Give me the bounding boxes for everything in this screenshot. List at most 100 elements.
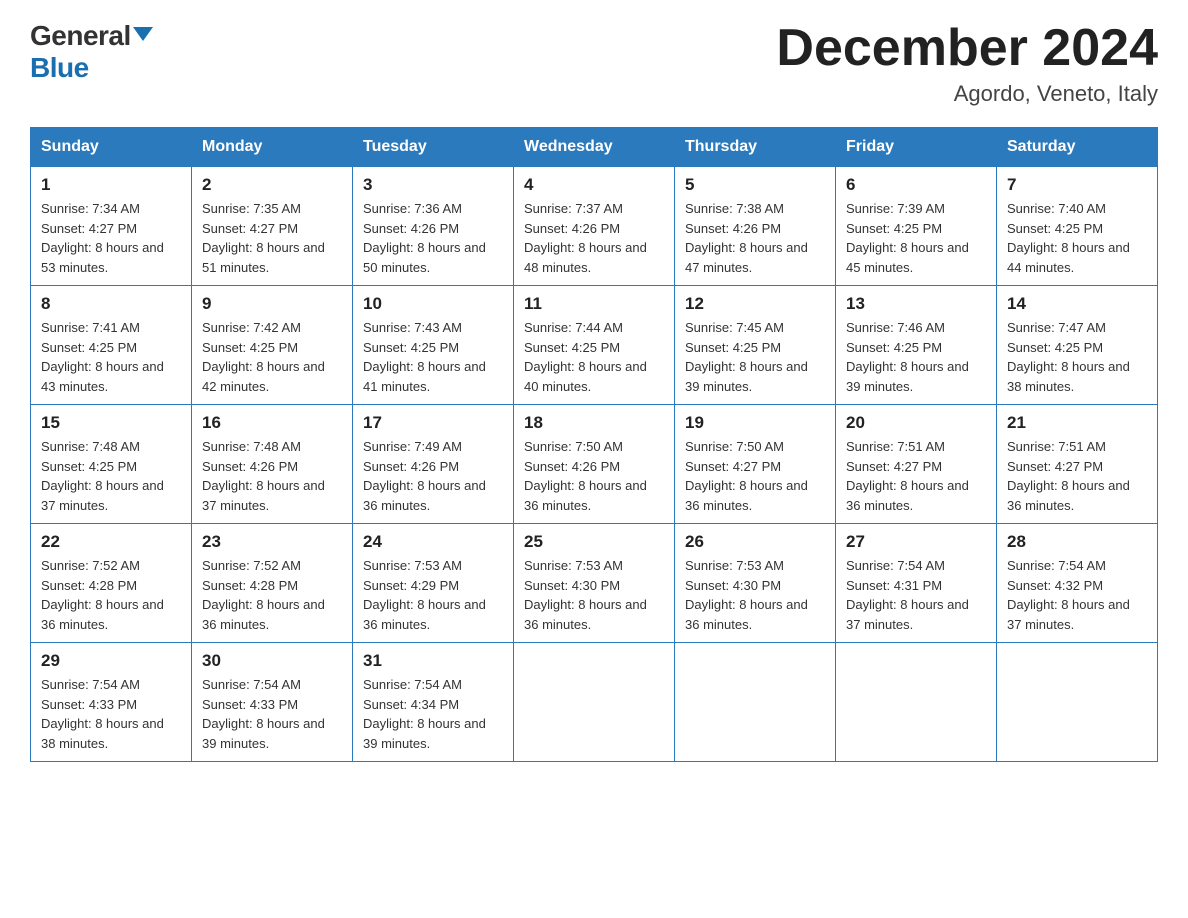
calendar-cell: 21Sunrise: 7:51 AMSunset: 4:27 PMDayligh… bbox=[997, 405, 1158, 524]
day-number: 10 bbox=[363, 294, 503, 314]
calendar-cell: 24 Sunrise: 7:53 AMSunset: 4:29 PMDayligh… bbox=[353, 524, 514, 643]
day-info: Sunrise: 7:50 AMSunset: 4:27 PMDaylight:… bbox=[685, 437, 825, 515]
day-info: Sunrise: 7:50 AMSunset: 4:26 PMDaylight:… bbox=[524, 437, 664, 515]
day-info: Sunrise: 7:54 AMSunset: 4:34 PMDaylight:… bbox=[363, 675, 503, 753]
month-title: December 2024 bbox=[776, 20, 1158, 77]
day-info: Sunrise: 7:53 AMSunset: 4:30 PMDaylight:… bbox=[685, 556, 825, 634]
day-number: 1 bbox=[41, 175, 181, 195]
day-info: Sunrise: 7:51 AMSunset: 4:27 PMDaylight:… bbox=[846, 437, 986, 515]
location-text: Agordo, Veneto, Italy bbox=[776, 81, 1158, 107]
day-number: 7 bbox=[1007, 175, 1147, 195]
day-number: 11 bbox=[524, 294, 664, 314]
calendar-cell bbox=[997, 643, 1158, 762]
day-info: Sunrise: 7:43 AMSunset: 4:25 PMDaylight:… bbox=[363, 318, 503, 396]
day-info: Sunrise: 7:39 AMSunset: 4:25 PMDaylight:… bbox=[846, 199, 986, 277]
calendar-table: SundayMondayTuesdayWednesdayThursdayFrid… bbox=[30, 127, 1158, 762]
calendar-week-4: 22 Sunrise: 7:52 AMSunset: 4:28 PMDayligh… bbox=[31, 524, 1158, 643]
calendar-cell bbox=[836, 643, 997, 762]
calendar-cell: 7 Sunrise: 7:40 AMSunset: 4:25 PMDaylight… bbox=[997, 167, 1158, 286]
header-day-monday: Monday bbox=[192, 128, 353, 167]
header-day-saturday: Saturday bbox=[997, 128, 1158, 167]
logo-blue-text: Blue bbox=[30, 52, 89, 83]
header-day-tuesday: Tuesday bbox=[353, 128, 514, 167]
calendar-cell: 4Sunrise: 7:37 AMSunset: 4:26 PMDaylight… bbox=[514, 167, 675, 286]
header-day-sunday: Sunday bbox=[31, 128, 192, 167]
calendar-cell: 31 Sunrise: 7:54 AMSunset: 4:34 PMDayligh… bbox=[353, 643, 514, 762]
day-number: 27 bbox=[846, 532, 986, 552]
day-number: 23 bbox=[202, 532, 342, 552]
day-number: 14 bbox=[1007, 294, 1147, 314]
header-row: SundayMondayTuesdayWednesdayThursdayFrid… bbox=[31, 128, 1158, 167]
day-number: 22 bbox=[41, 532, 181, 552]
calendar-cell bbox=[675, 643, 836, 762]
day-info: Sunrise: 7:46 AMSunset: 4:25 PMDaylight:… bbox=[846, 318, 986, 396]
calendar-cell: 23 Sunrise: 7:52 AMSunset: 4:28 PMDayligh… bbox=[192, 524, 353, 643]
calendar-cell: 26Sunrise: 7:53 AMSunset: 4:30 PMDayligh… bbox=[675, 524, 836, 643]
calendar-cell: 25 Sunrise: 7:53 AMSunset: 4:30 PMDayligh… bbox=[514, 524, 675, 643]
day-info: Sunrise: 7:52 AMSunset: 4:28 PMDaylight:… bbox=[41, 556, 181, 634]
calendar-cell: 17 Sunrise: 7:49 AMSunset: 4:26 PMDayligh… bbox=[353, 405, 514, 524]
day-number: 25 bbox=[524, 532, 664, 552]
day-number: 6 bbox=[846, 175, 986, 195]
day-info: Sunrise: 7:54 AMSunset: 4:33 PMDaylight:… bbox=[41, 675, 181, 753]
calendar-cell: 15Sunrise: 7:48 AMSunset: 4:25 PMDayligh… bbox=[31, 405, 192, 524]
calendar-cell: 29 Sunrise: 7:54 AMSunset: 4:33 PMDayligh… bbox=[31, 643, 192, 762]
day-info: Sunrise: 7:35 AMSunset: 4:27 PMDaylight:… bbox=[202, 199, 342, 277]
header-day-friday: Friday bbox=[836, 128, 997, 167]
day-info: Sunrise: 7:51 AMSunset: 4:27 PMDaylight:… bbox=[1007, 437, 1147, 515]
day-number: 18 bbox=[524, 413, 664, 433]
calendar-cell: 12 Sunrise: 7:45 AMSunset: 4:25 PMDayligh… bbox=[675, 286, 836, 405]
day-info: Sunrise: 7:34 AMSunset: 4:27 PMDaylight:… bbox=[41, 199, 181, 277]
day-number: 17 bbox=[363, 413, 503, 433]
calendar-header: SundayMondayTuesdayWednesdayThursdayFrid… bbox=[31, 128, 1158, 167]
calendar-cell: 28Sunrise: 7:54 AMSunset: 4:32 PMDayligh… bbox=[997, 524, 1158, 643]
day-number: 29 bbox=[41, 651, 181, 671]
calendar-cell: 11 Sunrise: 7:44 AMSunset: 4:25 PMDayligh… bbox=[514, 286, 675, 405]
calendar-cell: 22 Sunrise: 7:52 AMSunset: 4:28 PMDayligh… bbox=[31, 524, 192, 643]
day-info: Sunrise: 7:53 AMSunset: 4:29 PMDaylight:… bbox=[363, 556, 503, 634]
day-number: 12 bbox=[685, 294, 825, 314]
day-info: Sunrise: 7:52 AMSunset: 4:28 PMDaylight:… bbox=[202, 556, 342, 634]
day-number: 24 bbox=[363, 532, 503, 552]
day-number: 30 bbox=[202, 651, 342, 671]
day-number: 13 bbox=[846, 294, 986, 314]
title-section: December 2024 Agordo, Veneto, Italy bbox=[776, 20, 1158, 107]
page-header: General Blue December 2024 Agordo, Venet… bbox=[30, 20, 1158, 107]
logo-general-text: General bbox=[30, 20, 131, 52]
calendar-cell: 30 Sunrise: 7:54 AMSunset: 4:33 PMDayligh… bbox=[192, 643, 353, 762]
day-info: Sunrise: 7:54 AMSunset: 4:32 PMDaylight:… bbox=[1007, 556, 1147, 634]
day-info: Sunrise: 7:36 AMSunset: 4:26 PMDaylight:… bbox=[363, 199, 503, 277]
day-number: 20 bbox=[846, 413, 986, 433]
calendar-body: 1 Sunrise: 7:34 AMSunset: 4:27 PMDaylight… bbox=[31, 167, 1158, 762]
calendar-week-2: 8 Sunrise: 7:41 AMSunset: 4:25 PMDaylight… bbox=[31, 286, 1158, 405]
day-info: Sunrise: 7:40 AMSunset: 4:25 PMDaylight:… bbox=[1007, 199, 1147, 277]
day-number: 31 bbox=[363, 651, 503, 671]
day-number: 15 bbox=[41, 413, 181, 433]
calendar-cell: 5Sunrise: 7:38 AMSunset: 4:26 PMDaylight… bbox=[675, 167, 836, 286]
day-info: Sunrise: 7:48 AMSunset: 4:26 PMDaylight:… bbox=[202, 437, 342, 515]
day-info: Sunrise: 7:49 AMSunset: 4:26 PMDaylight:… bbox=[363, 437, 503, 515]
day-info: Sunrise: 7:41 AMSunset: 4:25 PMDaylight:… bbox=[41, 318, 181, 396]
calendar-cell: 8 Sunrise: 7:41 AMSunset: 4:25 PMDaylight… bbox=[31, 286, 192, 405]
calendar-cell: 19 Sunrise: 7:50 AMSunset: 4:27 PMDayligh… bbox=[675, 405, 836, 524]
calendar-cell: 13 Sunrise: 7:46 AMSunset: 4:25 PMDayligh… bbox=[836, 286, 997, 405]
day-number: 8 bbox=[41, 294, 181, 314]
calendar-cell: 20 Sunrise: 7:51 AMSunset: 4:27 PMDayligh… bbox=[836, 405, 997, 524]
day-info: Sunrise: 7:54 AMSunset: 4:33 PMDaylight:… bbox=[202, 675, 342, 753]
calendar-cell: 16Sunrise: 7:48 AMSunset: 4:26 PMDayligh… bbox=[192, 405, 353, 524]
calendar-cell: 9Sunrise: 7:42 AMSunset: 4:25 PMDaylight… bbox=[192, 286, 353, 405]
header-day-thursday: Thursday bbox=[675, 128, 836, 167]
day-number: 19 bbox=[685, 413, 825, 433]
calendar-cell: 1 Sunrise: 7:34 AMSunset: 4:27 PMDaylight… bbox=[31, 167, 192, 286]
day-number: 5 bbox=[685, 175, 825, 195]
day-info: Sunrise: 7:44 AMSunset: 4:25 PMDaylight:… bbox=[524, 318, 664, 396]
day-number: 3 bbox=[363, 175, 503, 195]
day-info: Sunrise: 7:42 AMSunset: 4:25 PMDaylight:… bbox=[202, 318, 342, 396]
calendar-week-3: 15Sunrise: 7:48 AMSunset: 4:25 PMDayligh… bbox=[31, 405, 1158, 524]
logo: General Blue bbox=[30, 20, 153, 84]
day-info: Sunrise: 7:54 AMSunset: 4:31 PMDaylight:… bbox=[846, 556, 986, 634]
day-info: Sunrise: 7:47 AMSunset: 4:25 PMDaylight:… bbox=[1007, 318, 1147, 396]
day-info: Sunrise: 7:45 AMSunset: 4:25 PMDaylight:… bbox=[685, 318, 825, 396]
day-info: Sunrise: 7:53 AMSunset: 4:30 PMDaylight:… bbox=[524, 556, 664, 634]
day-number: 2 bbox=[202, 175, 342, 195]
